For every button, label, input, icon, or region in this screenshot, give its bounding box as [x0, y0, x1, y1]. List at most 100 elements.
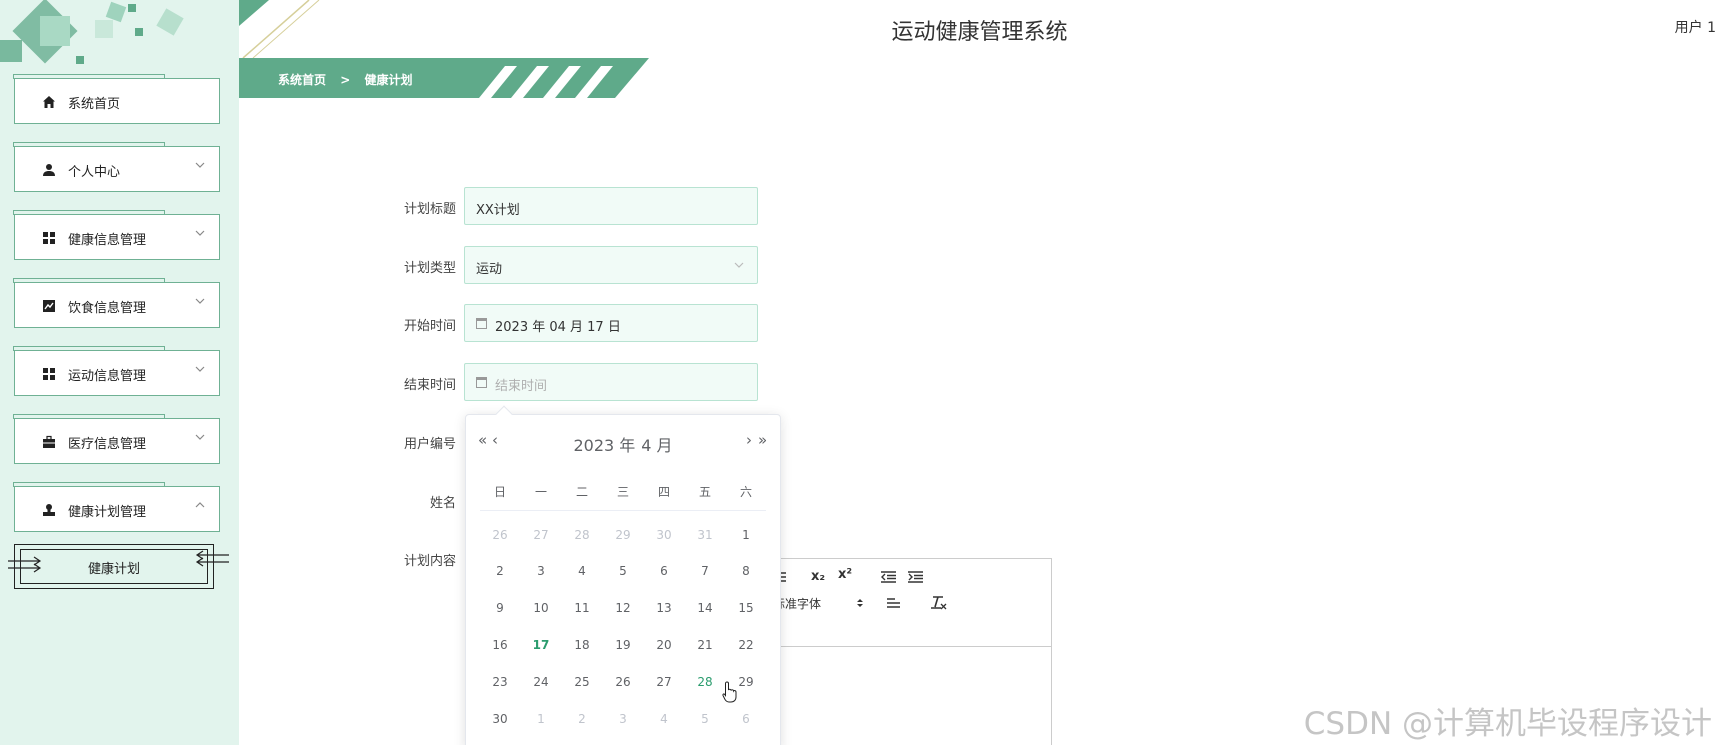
end-time-input[interactable]: 结束时间 — [464, 363, 758, 401]
calendar-day[interactable]: 5 — [685, 712, 725, 726]
calendar-day[interactable]: 7 — [685, 564, 725, 578]
chevron-down-icon — [195, 230, 205, 236]
calendar-day[interactable]: 17 — [521, 638, 561, 652]
indent-icon[interactable] — [908, 571, 923, 583]
calendar-day[interactable]: 28 — [685, 675, 725, 689]
subscript-button[interactable]: x₂ — [811, 569, 825, 584]
type-select[interactable]: 运动 — [464, 246, 758, 284]
calendar-day[interactable]: 10 — [521, 601, 561, 615]
end-time-placeholder: 结束时间 — [495, 379, 548, 394]
grid-icon — [41, 366, 57, 382]
decor-square — [135, 28, 143, 36]
calendar-day[interactable]: 16 — [480, 638, 520, 652]
name-label: 姓名 — [429, 496, 456, 511]
calendar-day[interactable]: 5 — [603, 564, 643, 578]
calendar-day[interactable]: 14 — [685, 601, 725, 615]
breadcrumb-home[interactable]: 系统首页 — [278, 73, 326, 87]
calendar-day[interactable]: 29 — [603, 528, 643, 542]
calendar-day[interactable]: 4 — [562, 564, 602, 578]
calendar-day[interactable]: 20 — [644, 638, 684, 652]
calendar-day[interactable]: 18 — [562, 638, 602, 652]
home-icon — [41, 94, 57, 110]
stamp-icon — [41, 502, 57, 518]
weekday-label: 一 — [534, 485, 547, 499]
calendar-day[interactable]: 28 — [562, 528, 602, 542]
sidebar-item-medical-info[interactable]: 医疗信息管理 — [13, 414, 220, 464]
breadcrumb-current: 健康计划 — [364, 73, 413, 87]
calendar-day[interactable]: 2 — [562, 712, 602, 726]
clear-format-icon[interactable] — [931, 595, 947, 610]
calendar-day[interactable]: 6 — [726, 712, 766, 726]
weekday-label: 四 — [657, 485, 670, 499]
calendar-day[interactable]: 19 — [603, 638, 643, 652]
calendar-day[interactable]: 21 — [685, 638, 725, 652]
weekday-label: 五 — [698, 485, 711, 499]
calendar-day[interactable]: 3 — [521, 564, 561, 578]
start-time-input[interactable]: 2023 年 04 月 17 日 — [464, 304, 758, 342]
title-input[interactable]: XX计划 — [464, 187, 758, 225]
sidebar-item-label: 健康计划管理 — [68, 505, 147, 520]
calendar-day[interactable]: 4 — [644, 712, 684, 726]
sidebar-item-diet-info[interactable]: 饮食信息管理 — [13, 278, 220, 328]
weekday-label: 二 — [575, 485, 588, 499]
chevron-down-icon — [195, 366, 205, 372]
weekday-label: 三 — [616, 485, 629, 499]
user-number-label: 用户编号 — [403, 437, 456, 452]
superscript-button[interactable]: x² — [838, 567, 852, 582]
calendar-day[interactable]: 24 — [521, 675, 561, 689]
chevron-down-icon — [195, 298, 205, 304]
calendar-day[interactable]: 15 — [726, 601, 766, 615]
calendar-day[interactable]: 30 — [644, 528, 684, 542]
sidebar-item-exercise-info[interactable]: 运动信息管理 — [13, 346, 220, 396]
calendar-day[interactable]: 26 — [603, 675, 643, 689]
calendar-day[interactable]: 11 — [562, 601, 602, 615]
watermark: CSDN @计算机毕设程序设计 — [1303, 706, 1712, 742]
editor-toolbar: x₂ x² 标准字体 — [771, 559, 1051, 647]
calendar-day[interactable]: 8 — [726, 564, 766, 578]
content-editor[interactable]: x₂ x² 标准字体 — [770, 558, 1052, 745]
calendar-day[interactable]: 1 — [726, 528, 766, 542]
calendar-day[interactable]: 13 — [644, 601, 684, 615]
calendar-day[interactable]: 2 — [480, 564, 520, 578]
month-label[interactable]: 4 月 — [641, 436, 672, 455]
sidebar-item-health-info[interactable]: 健康信息管理 — [13, 210, 220, 260]
end-time-label: 结束时间 — [403, 378, 456, 393]
breadcrumb-separator: > — [340, 73, 351, 87]
sidebar: 系统首页 个人中心 健康信息管理 饮食信息管理 运动信息管理 医疗信息管理 健康… — [0, 0, 239, 745]
sidebar-item-label: 饮食信息管理 — [68, 301, 147, 316]
calendar-day[interactable]: 3 — [603, 712, 643, 726]
weekday-label: 日 — [493, 485, 506, 499]
calendar-day[interactable]: 27 — [644, 675, 684, 689]
sidebar-item-home[interactable]: 系统首页 — [13, 74, 220, 124]
sidebar-item-health-plan[interactable]: 健康计划管理 — [13, 482, 220, 532]
user-label[interactable]: 用户 1 — [1675, 17, 1716, 37]
popup-arrow — [495, 405, 513, 423]
calendar-day[interactable]: 31 — [685, 528, 725, 542]
calendar-day[interactable]: 12 — [603, 601, 643, 615]
calendar-day[interactable]: 6 — [644, 564, 684, 578]
date-picker-header: 2023 年 4 月 — [466, 432, 780, 456]
chart-icon — [41, 298, 57, 314]
sidebar-item-label: 系统首页 — [68, 97, 121, 112]
next-month-button[interactable]: › — [746, 431, 752, 449]
calendar-day[interactable]: 23 — [480, 675, 520, 689]
calendar-day[interactable]: 22 — [726, 638, 766, 652]
decor-square — [128, 4, 136, 12]
calendar-day[interactable]: 25 — [562, 675, 602, 689]
next-year-button[interactable]: » — [758, 431, 767, 449]
briefcase-icon — [41, 434, 57, 450]
calendar-day[interactable]: 26 — [480, 528, 520, 542]
sidebar-item-label: 医疗信息管理 — [68, 437, 147, 452]
calendar-day[interactable]: 1 — [521, 712, 561, 726]
chevron-down-icon — [195, 162, 205, 168]
calendar-day[interactable]: 27 — [521, 528, 561, 542]
sidebar-item-personal-center[interactable]: 个人中心 — [13, 142, 220, 192]
year-label[interactable]: 2023 年 — [573, 436, 635, 455]
outdent-icon[interactable] — [881, 571, 896, 583]
content-label: 计划内容 — [403, 554, 456, 569]
align-icon[interactable] — [887, 597, 900, 609]
sidebar-item-label: 运动信息管理 — [68, 369, 147, 384]
calendar-day[interactable]: 30 — [480, 712, 520, 726]
sidebar-item-label: 健康信息管理 — [68, 233, 147, 248]
calendar-day[interactable]: 9 — [480, 601, 520, 615]
